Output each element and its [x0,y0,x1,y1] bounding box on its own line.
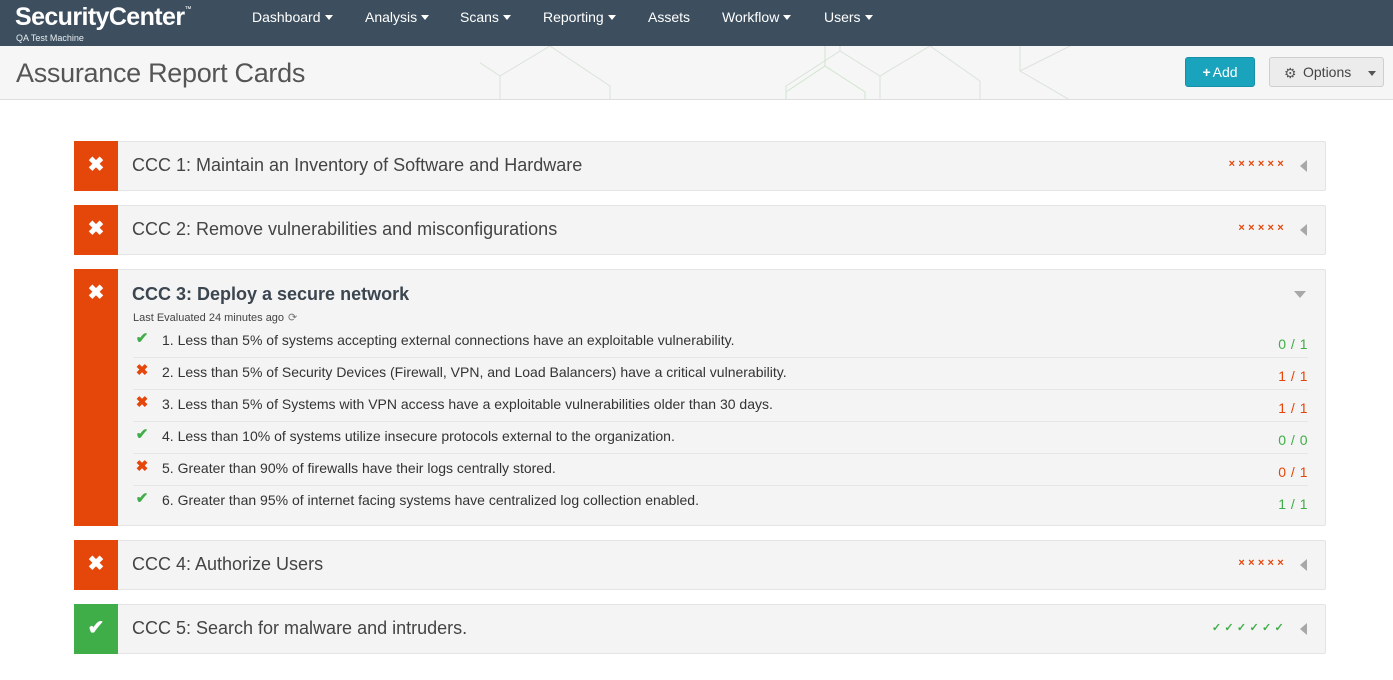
criterion-text: 6. Greater than 95% of internet facing s… [162,492,699,508]
chevron-down-icon [864,14,873,20]
summary-fail-marks: ×××××× [1228,158,1287,170]
chevron-down-icon [421,14,430,20]
criterion-text: 4. Less than 10% of systems utilize inse… [162,428,675,444]
card-status-fail: ✖ [74,269,118,526]
criterion-row: ✖ 3. Less than 5% of Systems with VPN ac… [133,390,1308,422]
last-evaluated-text: Last Evaluated 24 minutes ago [133,312,285,324]
options-button-label: Options [1303,64,1352,80]
nav-label: Assets [648,9,691,25]
nav-analysis[interactable]: Analysis [365,0,430,34]
chevron-down-icon [607,14,616,20]
card-status-pass: ✔ [74,604,118,654]
add-button-label: Add [1212,64,1238,80]
criterion-text: 3. Less than 5% of Systems with VPN acce… [162,396,773,412]
nav-dashboard[interactable]: Dashboard [252,0,333,34]
expand-toggle-icon[interactable] [1300,559,1307,571]
expand-toggle-icon[interactable] [1300,160,1307,172]
criterion-text: 2. Less than 5% of Security Devices (Fir… [162,364,787,380]
criterion-row: ✔ 1. Less than 5% of systems accepting e… [133,326,1308,358]
collapse-toggle-icon[interactable] [1294,291,1306,298]
check-icon: ✔ [135,426,149,443]
report-card-ccc4[interactable]: ✖ CCC 4: Authorize Users ××××× [74,540,1326,590]
criterion-row: ✔ 4. Less than 10% of systems utilize in… [133,422,1308,454]
trademark-mark: ™ [184,6,192,13]
header-background-pattern [480,46,1072,99]
machine-name: QA Test Machine [16,33,84,43]
options-button[interactable]: ⚙ Options [1269,57,1384,87]
app-logo[interactable]: SecurityCenter™ QA Test Machine [15,2,192,43]
nav-label: Reporting [543,9,604,25]
nav-workflow[interactable]: Workflow [722,0,792,34]
check-icon: ✔ [135,490,149,507]
chevron-down-icon [1368,71,1376,76]
nav-users[interactable]: Users [824,0,873,34]
report-card-ccc5[interactable]: ✔ CCC 5: Search for malware and intruder… [74,604,1326,654]
report-card-ccc2[interactable]: ✖ CCC 2: Remove vulnerabilities and misc… [74,205,1326,255]
page-header: Assurance Report Cards + Add ⚙ Options [0,46,1393,100]
card-status-fail: ✖ [74,540,118,590]
fail-icon: ✖ [87,553,105,575]
x-icon: ✖ [135,394,149,411]
refresh-icon[interactable]: ⟳ [288,311,297,324]
fail-icon: ✖ [87,282,105,304]
page-title: Assurance Report Cards [16,58,306,88]
card-status-fail: ✖ [74,141,118,191]
expand-toggle-icon[interactable] [1300,224,1307,236]
check-icon: ✔ [87,617,105,639]
chevron-down-icon [502,14,511,20]
nav-scans[interactable]: Scans [460,0,511,34]
fail-icon: ✖ [87,154,105,176]
report-card-ccc3: ✖ CCC 3: Deploy a secure network Last Ev… [74,269,1326,526]
criterion-text: 5. Greater than 90% of firewalls have th… [162,460,556,476]
summary-fail-marks: ××××× [1238,557,1287,569]
criterion-score: 1 / 1 [1278,496,1308,512]
nav-label: Users [824,9,861,25]
nav-label: Scans [460,9,499,25]
nav-label: Workflow [722,9,780,25]
card-title: CCC 4: Authorize Users [132,554,324,574]
summary-fail-marks: ××××× [1238,222,1287,234]
criterion-score: 0 / 1 [1278,464,1308,480]
chevron-down-icon [783,14,792,20]
x-icon: ✖ [135,458,149,475]
card-title: CCC 2: Remove vulnerabilities and miscon… [132,219,558,239]
summary-pass-marks: ✓✓✓✓✓✓ [1211,622,1287,634]
fail-icon: ✖ [87,218,105,240]
criterion-text: 1. Less than 5% of systems accepting ext… [162,332,735,348]
check-icon: ✔ [135,330,149,347]
criterion-row: ✖ 2. Less than 5% of Security Devices (F… [133,358,1308,390]
criteria-list: ✔ 1. Less than 5% of systems accepting e… [133,326,1308,518]
nav-label: Dashboard [252,9,321,25]
card-title[interactable]: CCC 3: Deploy a secure network [132,284,409,305]
criterion-score: 1 / 1 [1278,368,1308,384]
criterion-score: 0 / 1 [1278,336,1308,352]
plus-icon: + [1202,64,1211,80]
add-button[interactable]: + Add [1185,57,1255,87]
nav-reporting[interactable]: Reporting [543,0,616,34]
chevron-down-icon [324,14,333,20]
gear-icon: ⚙ [1284,65,1297,81]
criterion-score: 0 / 0 [1278,432,1308,448]
card-title: CCC 5: Search for malware and intruders. [132,618,468,638]
nav-assets[interactable]: Assets [648,0,690,34]
card-title: CCC 1: Maintain an Inventory of Software… [132,155,583,175]
card-status-fail: ✖ [74,205,118,255]
app-name: SecurityCenter [15,3,185,31]
last-evaluated: Last Evaluated 24 minutes ago ⟳ [133,311,297,324]
report-card-ccc1[interactable]: ✖ CCC 1: Maintain an Inventory of Softwa… [74,141,1326,191]
top-navbar: SecurityCenter™ QA Test Machine Dashboar… [0,0,1393,46]
x-icon: ✖ [135,362,149,379]
expand-toggle-icon[interactable] [1300,623,1307,635]
criterion-score: 1 / 1 [1278,400,1308,416]
nav-label: Analysis [365,9,418,25]
criterion-row: ✖ 5. Greater than 90% of firewalls have … [133,454,1308,486]
criterion-row: ✔ 6. Greater than 95% of internet facing… [133,486,1308,518]
